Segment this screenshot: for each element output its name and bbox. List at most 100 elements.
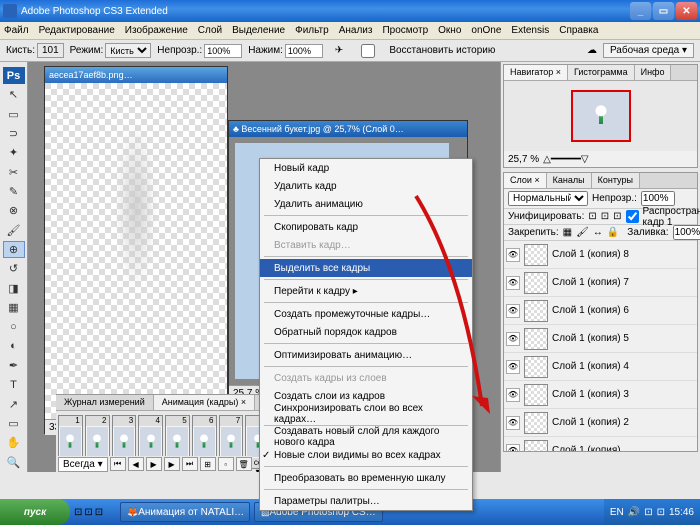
layer-row[interactable]: 👁Слой 1 (копия): [504, 437, 697, 451]
tab-navigator[interactable]: Навигатор ×: [504, 65, 568, 80]
marquee-tool-icon[interactable]: ▭: [3, 106, 25, 123]
layer-row[interactable]: 👁Слой 1 (копия) 7: [504, 269, 697, 297]
navigator-thumb[interactable]: [571, 90, 631, 142]
tab-channels[interactable]: Каналы: [547, 173, 592, 188]
menu-window[interactable]: Окно: [438, 25, 461, 36]
unify-position-icon[interactable]: ⊡: [588, 211, 596, 222]
layer-row[interactable]: 👁Слой 1 (копия) 4: [504, 353, 697, 381]
menu-onone[interactable]: onOne: [471, 25, 501, 36]
visibility-icon[interactable]: 👁: [506, 360, 520, 374]
menu-item[interactable]: Преобразовать во временную шкалу: [260, 469, 472, 487]
menu-select[interactable]: Выделение: [232, 25, 285, 36]
tab-layers[interactable]: Слои ×: [504, 173, 547, 188]
menu-analysis[interactable]: Анализ: [339, 25, 373, 36]
shape-tool-icon[interactable]: ▭: [3, 415, 25, 432]
close-button[interactable]: ✕: [676, 2, 697, 20]
maximize-button[interactable]: ▭: [653, 2, 674, 20]
unify-style-icon[interactable]: ⊡: [613, 211, 621, 222]
menu-filter[interactable]: Фильтр: [295, 25, 329, 36]
lasso-tool-icon[interactable]: ⊃: [3, 125, 25, 142]
visibility-icon[interactable]: 👁: [506, 304, 520, 318]
menu-item[interactable]: Удалить кадр: [260, 177, 472, 195]
zoom-tool-icon[interactable]: 🔍: [3, 454, 25, 471]
first-frame-button[interactable]: ⏮: [110, 457, 126, 471]
menu-item[interactable]: Скопировать кадр: [260, 218, 472, 236]
layer-thumb[interactable]: [524, 440, 548, 452]
menu-item[interactable]: Выделить все кадры: [260, 259, 472, 277]
layer-thumb[interactable]: [524, 412, 548, 434]
menu-item[interactable]: Перейти к кадру ▸: [260, 282, 472, 300]
brush-tool-icon[interactable]: 🖌: [3, 222, 25, 239]
new-frame-button[interactable]: ▫: [218, 457, 234, 471]
nav-zoom[interactable]: 25,7 %: [508, 154, 539, 165]
layer-row[interactable]: 👁Слой 1 (копия) 6: [504, 297, 697, 325]
system-tray[interactable]: EN 🔊 ⊡ ⊡ 15:46: [604, 499, 700, 525]
layer-thumb[interactable]: [524, 356, 548, 378]
propagate-check[interactable]: [626, 210, 639, 223]
visibility-icon[interactable]: 👁: [506, 444, 520, 452]
tray-icon[interactable]: ⊡: [657, 507, 665, 518]
blend-mode-select[interactable]: Нормальный: [508, 191, 588, 206]
menu-extensis[interactable]: Extensis: [511, 25, 549, 36]
menu-item[interactable]: Оптимизировать анимацию…: [260, 346, 472, 364]
menu-item[interactable]: Обратный порядок кадров: [260, 323, 472, 341]
pen-tool-icon[interactable]: ✒: [3, 357, 25, 374]
doc2-title[interactable]: ♣ Весенний букет.jpg @ 25,7% (Слой 0…: [229, 121, 467, 137]
mode-select[interactable]: Кисть: [105, 43, 151, 58]
opacity-input[interactable]: [204, 44, 242, 58]
wand-tool-icon[interactable]: ✦: [3, 144, 25, 161]
layer-thumb[interactable]: [524, 244, 548, 266]
gradient-tool-icon[interactable]: ▦: [3, 299, 25, 316]
menu-item[interactable]: Параметры палитры…: [260, 492, 472, 510]
eraser-tool-icon[interactable]: ◨: [3, 280, 25, 297]
doc1-canvas[interactable]: [45, 83, 227, 419]
lock-all-icon[interactable]: 🔒: [607, 227, 619, 238]
lock-paint-icon[interactable]: 🖌: [576, 227, 589, 238]
visibility-icon[interactable]: 👁: [506, 276, 520, 290]
heal-tool-icon[interactable]: ⊗: [3, 202, 25, 219]
doc1-title[interactable]: aecea17aef8b.png…: [45, 67, 227, 83]
taskbar-button[interactable]: 🦊 Анимация от NATALI…: [120, 502, 250, 522]
lock-move-icon[interactable]: ↔: [593, 227, 603, 238]
quicklaunch-icon[interactable]: ⊡: [95, 507, 103, 518]
layer-row[interactable]: 👁Слой 1 (копия) 2: [504, 409, 697, 437]
tween-button[interactable]: ⊞: [200, 457, 216, 471]
move-tool-icon[interactable]: ↖: [3, 86, 25, 103]
visibility-icon[interactable]: 👁: [506, 388, 520, 402]
eyedropper-tool-icon[interactable]: ✎: [3, 183, 25, 200]
next-frame-button[interactable]: ▶: [164, 457, 180, 471]
clock[interactable]: 15:46: [669, 507, 694, 518]
hand-tool-icon[interactable]: ✋: [3, 434, 25, 451]
play-button[interactable]: ▶: [146, 457, 162, 471]
menu-item[interactable]: Удалить анимацию: [260, 195, 472, 213]
type-tool-icon[interactable]: T: [3, 376, 25, 393]
blur-tool-icon[interactable]: ○: [3, 318, 25, 335]
menu-item[interactable]: Новый кадр: [260, 159, 472, 177]
menu-edit[interactable]: Редактирование: [39, 25, 115, 36]
tab-animation[interactable]: Анимация (кадры) ×: [154, 395, 255, 410]
menu-view[interactable]: Просмотр: [382, 25, 428, 36]
minimize-button[interactable]: _: [630, 2, 651, 20]
visibility-icon[interactable]: 👁: [506, 248, 520, 262]
workspace-menu[interactable]: Рабочая среда ▾: [603, 43, 694, 58]
layer-row[interactable]: 👁Слой 1 (копия) 8: [504, 241, 697, 269]
path-tool-icon[interactable]: ↗: [3, 396, 25, 413]
layer-thumb[interactable]: [524, 328, 548, 350]
restore-history-check[interactable]: [349, 44, 387, 58]
layer-row[interactable]: 👁Слой 1 (копия) 5: [504, 325, 697, 353]
fill-input[interactable]: [673, 225, 700, 240]
menu-item[interactable]: Создавать новый слой для каждого нового …: [260, 428, 472, 446]
language-indicator[interactable]: EN: [610, 507, 624, 518]
start-button[interactable]: пуск: [0, 499, 70, 525]
brush-value[interactable]: 101: [37, 43, 64, 58]
layer-thumb[interactable]: [524, 272, 548, 294]
menu-help[interactable]: Справка: [559, 25, 598, 36]
crop-tool-icon[interactable]: ✂: [3, 164, 25, 181]
loop-select[interactable]: Всегда ▾: [58, 457, 108, 472]
lock-transparent-icon[interactable]: ▦: [563, 227, 572, 238]
menu-item[interactable]: Синхронизировать слои во всех кадрах…: [260, 405, 472, 423]
layer-thumb[interactable]: [524, 300, 548, 322]
tray-icon[interactable]: 🔊: [628, 507, 640, 518]
tab-measurements[interactable]: Журнал измерений: [56, 395, 154, 410]
flow-input[interactable]: [285, 44, 323, 58]
